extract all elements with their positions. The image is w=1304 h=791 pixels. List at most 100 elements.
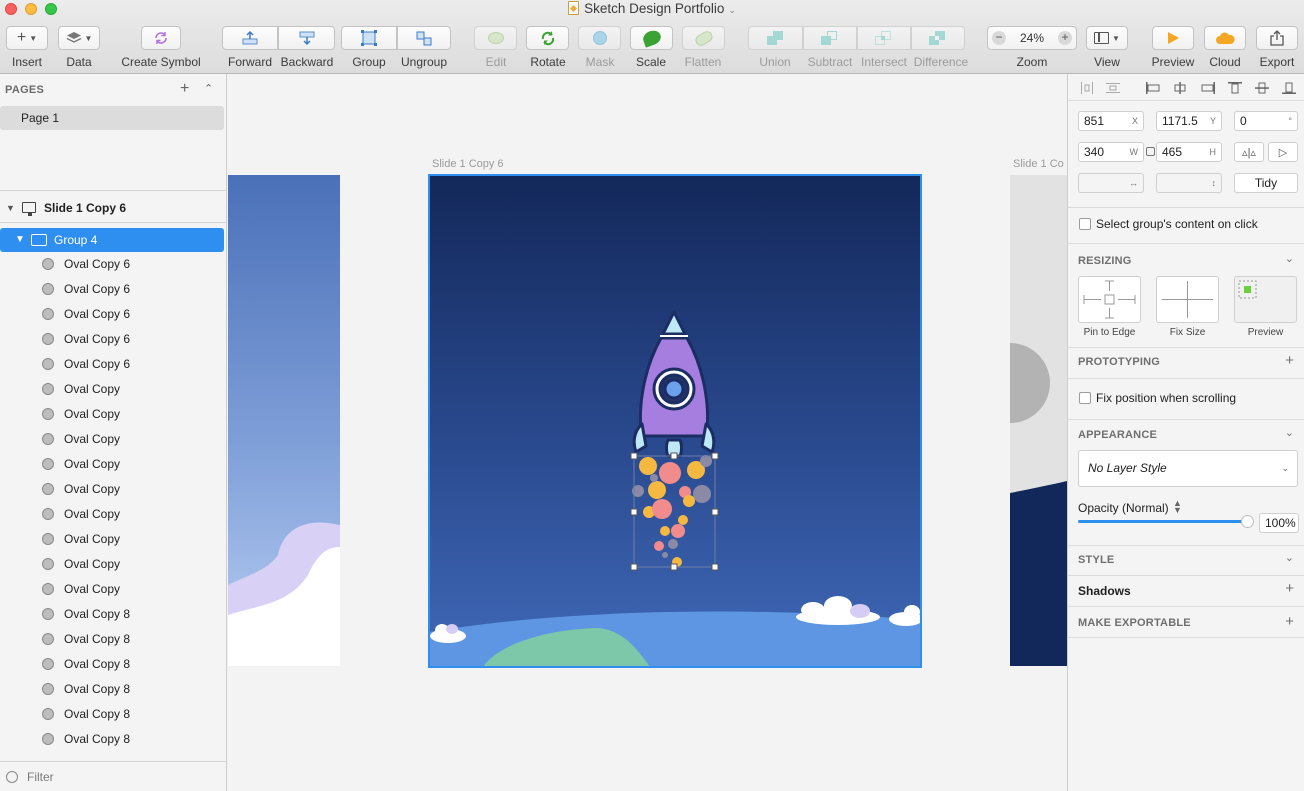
disclosure-triangle-icon[interactable]: ▼ (6, 195, 15, 221)
edit-button[interactable] (474, 26, 517, 50)
layer-style-select[interactable]: No Layer Style ⌄ (1078, 450, 1298, 487)
filter-bar[interactable]: Filter (0, 761, 226, 791)
y-position-field[interactable]: 1171.5 Y (1156, 111, 1222, 131)
artboard-main[interactable] (428, 174, 922, 668)
mask-button[interactable] (578, 26, 621, 50)
tidy-button[interactable]: Tidy (1234, 173, 1298, 193)
align-bottom-icon[interactable] (1282, 82, 1296, 94)
layer-row[interactable]: Oval Copy 8 (0, 627, 226, 652)
width-field[interactable]: 340 W (1078, 142, 1144, 162)
artboard-right-partial[interactable] (1010, 175, 1067, 666)
height-field[interactable]: 465 H (1156, 142, 1222, 162)
scale-button[interactable] (630, 26, 673, 50)
layer-row[interactable]: Oval Copy 8 (0, 652, 226, 677)
view-button[interactable]: ▼ (1086, 26, 1128, 50)
export-button[interactable] (1256, 26, 1298, 50)
cloud-button[interactable] (1204, 26, 1246, 50)
disclosure-triangle-icon[interactable]: ▼ (15, 228, 25, 252)
artboard-title-right[interactable]: Slide 1 Co (1013, 158, 1064, 170)
x-position-field[interactable]: 851 X (1078, 111, 1144, 131)
window-title[interactable]: Sketch Design Portfolio ⌄ (0, 1, 1304, 16)
layer-row[interactable]: Oval Copy 8 (0, 677, 226, 702)
filter-icon[interactable] (6, 771, 18, 783)
distribute-vertical-icon[interactable] (1106, 82, 1120, 94)
select-group-content-checkbox[interactable] (1079, 218, 1091, 230)
resize-handle-top-left[interactable] (630, 452, 638, 460)
flip-horizontal-button[interactable]: ▵|▵ (1234, 142, 1264, 162)
rotate-button[interactable] (526, 26, 569, 50)
zoom-in-button[interactable]: + (1058, 31, 1072, 45)
resize-handle-bottom-left[interactable] (630, 563, 638, 571)
difference-button[interactable] (911, 26, 965, 50)
align-left-icon[interactable] (1146, 82, 1160, 94)
add-prototyping-icon[interactable]: + (1285, 352, 1294, 369)
align-vertical-center-icon[interactable] (1255, 82, 1269, 94)
resize-handle-right[interactable] (711, 508, 719, 516)
zoom-value[interactable]: 24% (1020, 31, 1044, 45)
resize-handle-top-right[interactable] (711, 452, 719, 460)
layer-row[interactable]: Oval Copy (0, 577, 226, 602)
add-page-icon[interactable]: + (180, 80, 189, 98)
layer-row[interactable]: Oval Copy 8 (0, 602, 226, 627)
layer-row[interactable]: Oval Copy (0, 427, 226, 452)
lock-proportions-icon[interactable] (1146, 147, 1155, 156)
page-item[interactable]: Page 1 (0, 106, 224, 130)
resize-handle-bottom[interactable] (670, 563, 678, 571)
fix-position-checkbox[interactable] (1079, 392, 1091, 404)
add-export-icon[interactable]: + (1285, 613, 1294, 630)
layer-row[interactable]: Oval Copy 6 (0, 327, 226, 352)
artboard-title[interactable]: Slide 1 Copy 6 (432, 158, 504, 170)
layer-row[interactable]: Oval Copy 6 (0, 302, 226, 327)
vertical-spacing-field[interactable]: ↕ (1156, 173, 1222, 193)
preview-button[interactable] (1152, 26, 1194, 50)
opacity-slider-thumb[interactable] (1241, 515, 1254, 528)
create-symbol-button[interactable] (141, 26, 181, 50)
flip-vertical-button[interactable]: ▷ (1268, 142, 1298, 162)
group-layer-selected[interactable]: ▼ Group 4 (0, 228, 224, 252)
align-top-icon[interactable] (1228, 82, 1242, 94)
layer-row[interactable]: Oval Copy (0, 477, 226, 502)
artboard-left-partial[interactable] (228, 175, 340, 666)
intersect-button[interactable] (857, 26, 911, 50)
chevron-down-icon[interactable]: ⌄ (1285, 252, 1294, 265)
resize-handle-top[interactable] (670, 452, 678, 460)
layer-row[interactable]: Oval Copy (0, 552, 226, 577)
fix-size-button[interactable] (1156, 276, 1219, 323)
layer-row[interactable]: Oval Copy 8 (0, 702, 226, 727)
stepper-icon[interactable]: ▲ ▼ (1173, 499, 1182, 515)
data-button[interactable]: ▼ (58, 26, 100, 50)
collapse-pages-icon[interactable]: ⌃ (204, 82, 213, 95)
layer-row[interactable]: Oval Copy (0, 452, 226, 477)
layer-row[interactable]: Oval Copy (0, 527, 226, 552)
rotation-field[interactable]: 0 ° (1234, 111, 1298, 131)
opacity-field[interactable]: 100% (1259, 513, 1299, 533)
layer-row[interactable]: Oval Copy (0, 377, 226, 402)
insert-button[interactable]: + ▼ (6, 26, 48, 50)
ungroup-button[interactable] (397, 26, 451, 50)
group-button[interactable] (341, 26, 397, 50)
artboard-layer[interactable]: ▼ Slide 1 Copy 6 (0, 195, 226, 221)
backward-button[interactable] (278, 26, 335, 50)
add-shadow-icon[interactable]: + (1285, 580, 1294, 597)
distribute-horizontal-icon[interactable] (1080, 82, 1094, 94)
pin-to-edge-button[interactable] (1078, 276, 1141, 323)
forward-button[interactable] (222, 26, 278, 50)
align-horizontal-center-icon[interactable] (1173, 82, 1187, 94)
align-right-icon[interactable] (1201, 82, 1215, 94)
opacity-slider[interactable] (1078, 520, 1250, 523)
horizontal-spacing-field[interactable]: ↔ (1078, 173, 1144, 193)
chevron-down-icon[interactable]: ⌄ (1285, 551, 1294, 564)
resize-handle-left[interactable] (630, 508, 638, 516)
union-button[interactable] (748, 26, 803, 50)
layer-row[interactable]: Oval Copy 6 (0, 252, 226, 277)
layer-row[interactable]: Oval Copy 6 (0, 277, 226, 302)
subtract-button[interactable] (803, 26, 857, 50)
canvas[interactable]: Slide 1 Copy 6 Slide 1 Co (228, 74, 1067, 791)
layer-row[interactable]: Oval Copy 6 (0, 352, 226, 377)
chevron-down-icon[interactable]: ⌄ (1285, 426, 1294, 439)
layer-row[interactable]: Oval Copy (0, 502, 226, 527)
layer-row[interactable]: Oval Copy 8 (0, 727, 226, 752)
resizing-preview[interactable] (1234, 276, 1297, 323)
resize-handle-bottom-right[interactable] (711, 563, 719, 571)
layer-row[interactable]: Oval Copy (0, 402, 226, 427)
